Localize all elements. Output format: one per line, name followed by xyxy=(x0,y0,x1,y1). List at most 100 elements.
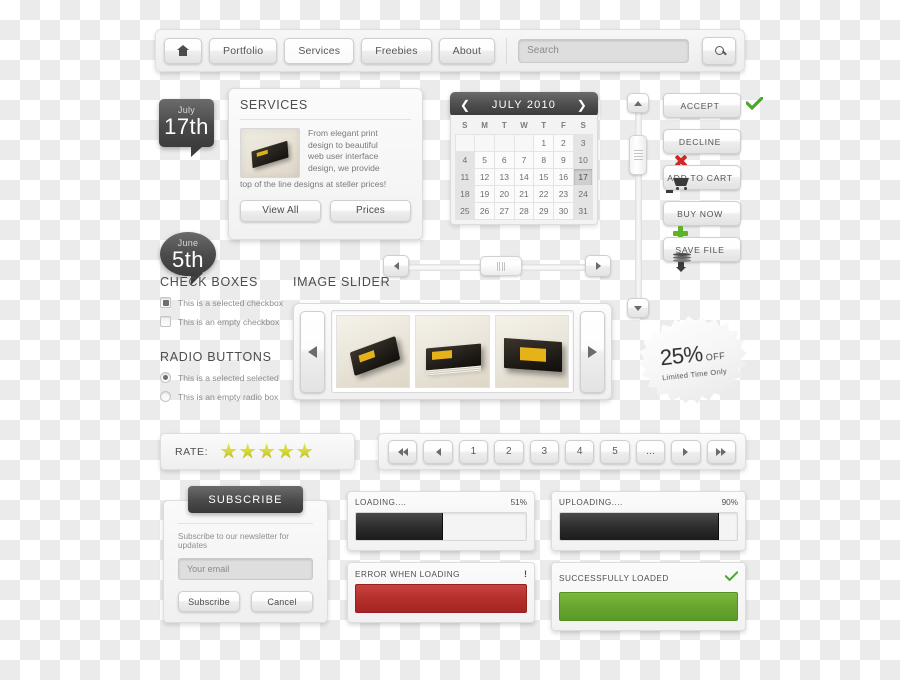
calendar-day[interactable]: 23 xyxy=(553,184,574,203)
slider-prev-button[interactable] xyxy=(300,310,325,393)
checkbox-checked-icon[interactable] xyxy=(160,297,171,308)
scrollbar-thumb[interactable] xyxy=(480,256,522,276)
pagination-prev-button[interactable] xyxy=(423,439,453,464)
calendar-day[interactable]: 7 xyxy=(513,150,535,169)
star-icon[interactable] xyxy=(277,443,294,459)
calendar-day[interactable]: 30 xyxy=(553,201,574,220)
scroll-up-button[interactable] xyxy=(627,93,649,113)
scroll-left-button[interactable] xyxy=(383,255,409,277)
slider-next-button[interactable] xyxy=(580,310,605,393)
calendar-day[interactable]: 6 xyxy=(493,150,515,169)
search-input[interactable]: Search xyxy=(518,38,689,63)
slider-slide[interactable] xyxy=(415,315,490,388)
nav-item-about[interactable]: About xyxy=(438,37,496,64)
checkbox-label: This is a selected checkbox xyxy=(178,297,284,308)
calendar-day[interactable]: 9 xyxy=(553,150,574,169)
nav-item-portfolio[interactable]: Portfolio xyxy=(209,37,278,64)
star-icon[interactable] xyxy=(239,443,256,459)
pagination-page-3[interactable]: 3 xyxy=(529,439,560,464)
scrollbar-thumb[interactable] xyxy=(629,135,647,175)
scroll-right-button[interactable] xyxy=(585,255,611,277)
calendar-day[interactable]: 5 xyxy=(474,150,495,169)
calendar-day[interactable]: 16 xyxy=(553,167,574,186)
pagination-next-button[interactable] xyxy=(671,439,701,464)
pagination-page-5[interactable]: 5 xyxy=(600,439,630,464)
nav-home-button[interactable] xyxy=(164,37,202,64)
calendar-day[interactable]: 8 xyxy=(533,150,555,169)
starburst-icon: 25% OFF Limited Time Only xyxy=(635,311,752,410)
horizontal-scrollbar[interactable] xyxy=(383,254,611,280)
calendar-prev-icon[interactable]: ❮ xyxy=(460,99,471,111)
calendar-day[interactable]: 4 xyxy=(454,150,476,169)
calendar-day[interactable]: 1 xyxy=(533,133,555,152)
calendar-week-row: 4 5 6 7 8 9 10 xyxy=(454,150,594,169)
nav-item-freebies[interactable]: Freebies xyxy=(361,37,432,64)
calendar-day[interactable]: 3 xyxy=(572,133,594,152)
star-icon[interactable] xyxy=(258,443,275,459)
decline-button[interactable]: DECLINE xyxy=(663,129,741,154)
subscribe-cancel-button[interactable]: Cancel xyxy=(251,591,313,612)
calendar-day[interactable]: 13 xyxy=(493,167,515,186)
buy-now-button[interactable]: BUY NOW xyxy=(663,201,741,226)
rating-stars[interactable] xyxy=(220,443,313,460)
calendar-day[interactable]: 24 xyxy=(572,184,594,203)
pagination-page-4[interactable]: 4 xyxy=(565,439,595,464)
pagination-first-button[interactable] xyxy=(388,439,418,464)
vertical-scrollbar[interactable] xyxy=(627,93,649,318)
calendar-day[interactable]: 19 xyxy=(474,184,495,203)
slider-slide[interactable] xyxy=(494,315,569,388)
radio-empty-icon[interactable] xyxy=(160,391,171,402)
loading-progress-widget: LOADING.... 51% xyxy=(347,491,535,551)
calendar-day[interactable]: 17 xyxy=(572,167,594,186)
slider-track xyxy=(331,310,574,393)
date-badge-july: July 17th xyxy=(159,99,214,157)
subscribe-submit-button[interactable]: Subscribe xyxy=(178,591,240,612)
calendar-day[interactable]: 21 xyxy=(513,184,535,203)
calendar-day[interactable]: 22 xyxy=(533,184,555,203)
calendar-day[interactable]: 18 xyxy=(454,184,476,203)
radio-label: This is a selected selected xyxy=(178,372,279,383)
calendar-day[interactable]: 10 xyxy=(572,150,594,169)
radio-checked-icon[interactable] xyxy=(160,372,171,383)
calendar-day[interactable]: 26 xyxy=(474,201,495,220)
button-label: Subscribe xyxy=(188,596,230,607)
accept-button[interactable]: ACCEPT xyxy=(663,93,741,118)
checkbox-empty-icon[interactable] xyxy=(160,316,171,327)
add-to-cart-button[interactable]: ADD TO CART xyxy=(663,165,741,190)
calendar-next-icon[interactable]: ❯ xyxy=(577,99,588,111)
calendar-day[interactable]: 27 xyxy=(493,201,515,220)
date-badge-day: 17th xyxy=(164,114,209,139)
view-all-button[interactable]: View All xyxy=(240,199,321,222)
calendar-day[interactable]: 2 xyxy=(553,133,574,152)
pagination-page-2[interactable]: 2 xyxy=(494,439,524,464)
progress-track xyxy=(355,512,527,541)
calendar-day[interactable]: 11 xyxy=(454,167,476,186)
search-button[interactable] xyxy=(702,36,736,65)
calendar-day[interactable]: 31 xyxy=(572,201,594,220)
radio-row-selected[interactable]: This is a selected selected xyxy=(160,372,300,383)
checkbox-row-empty[interactable]: This is an empty checkbox xyxy=(160,316,295,327)
checkbox-row-selected[interactable]: This is a selected checkbox xyxy=(160,297,295,308)
calendar-day[interactable]: 14 xyxy=(513,167,535,186)
calendar-day[interactable]: 28 xyxy=(513,201,535,220)
services-text-line: design, we provide xyxy=(308,162,380,173)
nav-item-services[interactable]: Services xyxy=(284,37,355,64)
calendar-day[interactable]: 20 xyxy=(493,184,515,203)
email-input[interactable]: Your email xyxy=(178,558,313,580)
checkboxes-heading: CHECK BOXES xyxy=(160,275,259,289)
calendar-dow: T xyxy=(541,121,547,130)
star-icon[interactable] xyxy=(296,443,313,459)
slider-slide[interactable] xyxy=(336,315,411,388)
calendar-day[interactable]: 12 xyxy=(474,167,495,186)
calendar-day[interactable]: 15 xyxy=(533,167,555,186)
calendar-day[interactable]: 29 xyxy=(533,201,555,220)
star-icon[interactable] xyxy=(220,443,237,459)
prices-button[interactable]: Prices xyxy=(330,199,411,222)
pagination-last-button[interactable] xyxy=(706,439,737,464)
pagination-page-1[interactable]: 1 xyxy=(458,439,489,464)
pagination-ellipsis[interactable]: ... xyxy=(635,439,666,464)
page-label: ... xyxy=(646,446,656,457)
calendar-day[interactable]: 25 xyxy=(454,201,476,220)
radio-row-empty[interactable]: This is an empty radio box xyxy=(160,391,300,402)
scroll-down-button[interactable] xyxy=(627,298,649,318)
